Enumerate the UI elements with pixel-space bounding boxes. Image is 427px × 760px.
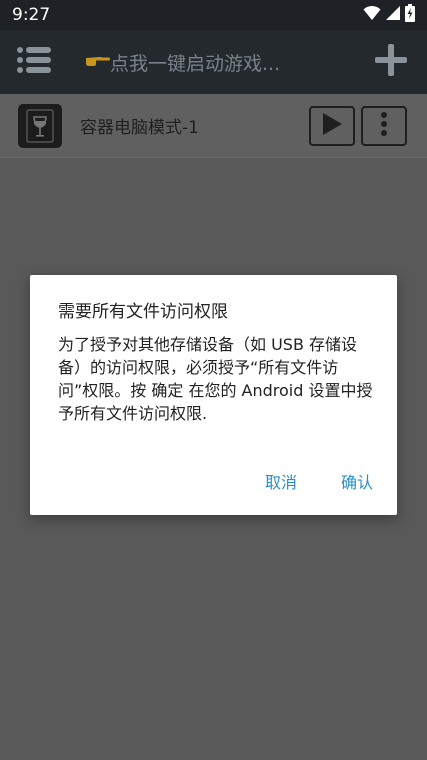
menu-button[interactable] <box>2 30 66 94</box>
add-container-button[interactable] <box>361 30 421 94</box>
quick-launch-title[interactable]: 点我一键启动游戏... <box>86 49 280 76</box>
confirm-button[interactable]: 确认 <box>341 469 373 493</box>
app-bar: 点我一键启动游戏... <box>0 30 427 94</box>
run-button[interactable] <box>309 105 355 146</box>
status-bar: 9:27 <box>0 0 427 30</box>
wine-glass-icon <box>18 103 62 148</box>
app-title: 点我一键启动游戏... <box>110 52 281 75</box>
dialog-message: 为了授予对其他存储设备（如 USB 存储设备）的访问权限，必须授予“所有文件访问… <box>58 335 373 423</box>
container-list-item[interactable]: 容器电脑模式-1 <box>0 94 427 158</box>
container-actions <box>309 105 407 146</box>
status-time: 9:27 <box>12 5 51 25</box>
dialog-actions: 取消 确认 <box>265 469 373 493</box>
container-name: 容器电脑模式-1 <box>80 118 199 138</box>
pointing-hand-icon <box>86 52 110 72</box>
status-icons <box>363 4 415 26</box>
permission-dialog: 需要所有文件访问权限 为了授予对其他存储设备（如 USB 存储设备）的访问权限，… <box>30 275 397 515</box>
cancel-button[interactable]: 取消 <box>265 469 297 493</box>
list-menu-icon <box>17 47 51 77</box>
app-screen: 9:27 点我一键启动游戏... 容器电脑模式-1 需要所有文件访问权限 为了授… <box>0 0 427 760</box>
plus-icon <box>375 44 407 80</box>
dialog-title: 需要所有文件访问权限 <box>58 302 228 322</box>
more-vert-icon <box>380 111 388 141</box>
battery-charging-icon <box>405 4 415 26</box>
signal-icon <box>385 5 401 25</box>
play-icon <box>321 112 343 140</box>
more-options-button[interactable] <box>361 105 407 146</box>
wifi-icon <box>363 5 381 25</box>
